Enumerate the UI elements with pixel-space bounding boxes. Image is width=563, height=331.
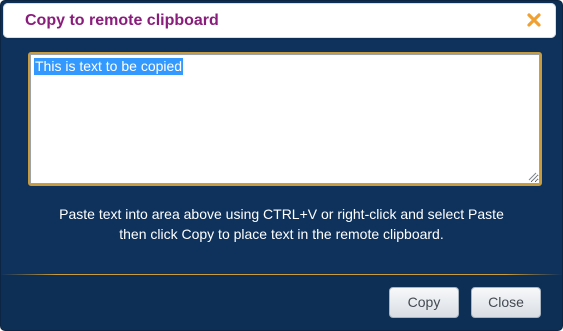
dialog-body: This is text to be copied This is text t… bbox=[1, 40, 562, 275]
close-button[interactable]: Close bbox=[471, 287, 541, 318]
instructions-line-1: Paste text into area above using CTRL+V … bbox=[59, 206, 504, 222]
close-icon[interactable] bbox=[524, 9, 544, 31]
instructions-line-2: then click Copy to place text in the rem… bbox=[119, 226, 444, 242]
copy-button[interactable]: Copy bbox=[389, 287, 459, 318]
dialog-footer: Copy Close bbox=[1, 275, 562, 330]
titlebar-panel: Copy to remote clipboard bbox=[3, 3, 556, 38]
paste-textarea[interactable]: This is text to be copied bbox=[30, 54, 540, 184]
dialog-title: Copy to remote clipboard bbox=[25, 12, 219, 29]
copy-clipboard-dialog: Copy to remote clipboard This is text to… bbox=[0, 0, 563, 331]
dialog-titlebar: Copy to remote clipboard bbox=[1, 1, 562, 40]
paste-area-frame: This is text to be copied This is text t… bbox=[28, 52, 542, 186]
instructions-text: Paste text into area above using CTRL+V … bbox=[1, 204, 562, 244]
